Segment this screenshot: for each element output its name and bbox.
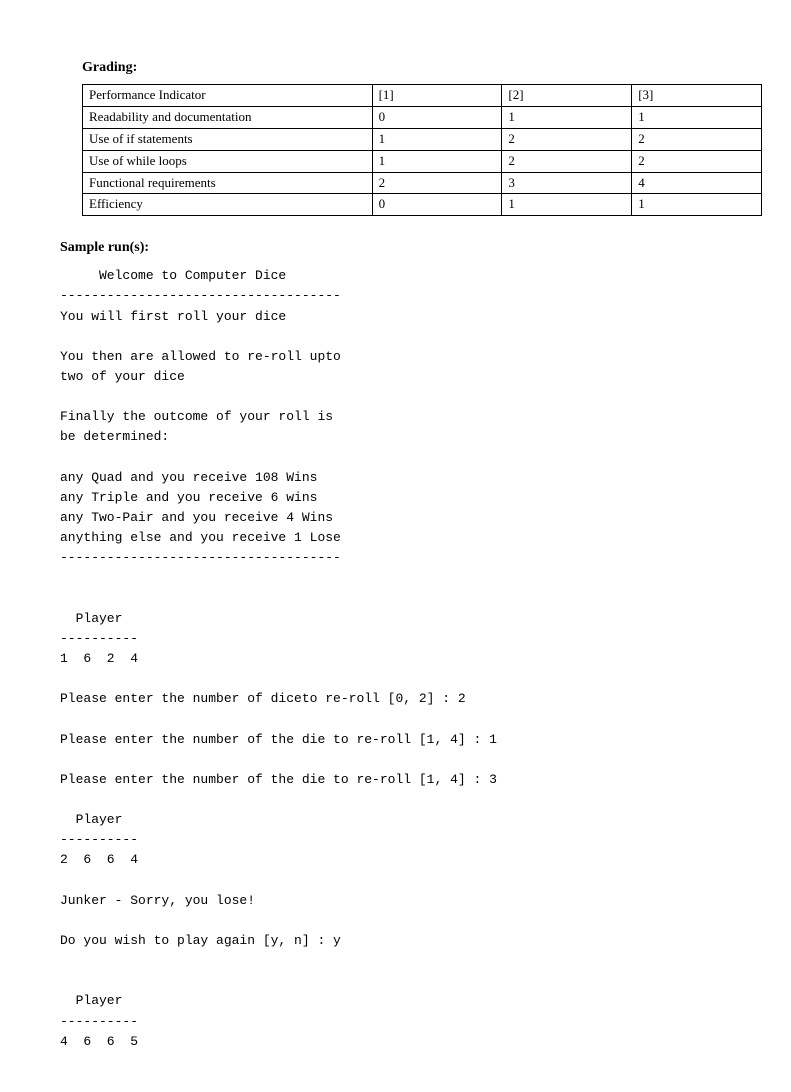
grading-heading: Grading: xyxy=(82,60,741,76)
score-cell: 3 xyxy=(502,172,632,194)
table-row: Functional requirements 2 3 4 xyxy=(83,172,762,194)
indicator-cell: Readability and documentation xyxy=(83,106,373,128)
score-cell: 1 xyxy=(632,194,762,216)
score-cell: 0 xyxy=(372,194,502,216)
score-cell: 1 xyxy=(372,150,502,172)
score-cell: 2 xyxy=(632,150,762,172)
score-cell: 2 xyxy=(372,172,502,194)
table-header-row: Performance Indicator [1] [2] [3] xyxy=(83,85,762,107)
indicator-cell: Use of while loops xyxy=(83,150,373,172)
score-cell: 4 xyxy=(632,172,762,194)
score-cell: 1 xyxy=(502,194,632,216)
table-row: Efficiency 0 1 1 xyxy=(83,194,762,216)
header-cell: Performance Indicator xyxy=(83,85,373,107)
score-cell: 1 xyxy=(502,106,632,128)
score-cell: 1 xyxy=(372,128,502,150)
score-cell: 1 xyxy=(632,106,762,128)
header-cell: [3] xyxy=(632,85,762,107)
grading-table: Performance Indicator [1] [2] [3] Readab… xyxy=(82,84,762,216)
indicator-cell: Efficiency xyxy=(83,194,373,216)
score-cell: 0 xyxy=(372,106,502,128)
score-cell: 2 xyxy=(502,128,632,150)
sample-output: Welcome to Computer Dice ---------------… xyxy=(60,266,741,1051)
indicator-cell: Use of if statements xyxy=(83,128,373,150)
score-cell: 2 xyxy=(502,150,632,172)
table-row: Use of if statements 1 2 2 xyxy=(83,128,762,150)
header-cell: [1] xyxy=(372,85,502,107)
header-cell: [2] xyxy=(502,85,632,107)
sample-runs-heading: Sample run(s): xyxy=(60,240,741,256)
indicator-cell: Functional requirements xyxy=(83,172,373,194)
score-cell: 2 xyxy=(632,128,762,150)
table-row: Use of while loops 1 2 2 xyxy=(83,150,762,172)
table-row: Readability and documentation 0 1 1 xyxy=(83,106,762,128)
